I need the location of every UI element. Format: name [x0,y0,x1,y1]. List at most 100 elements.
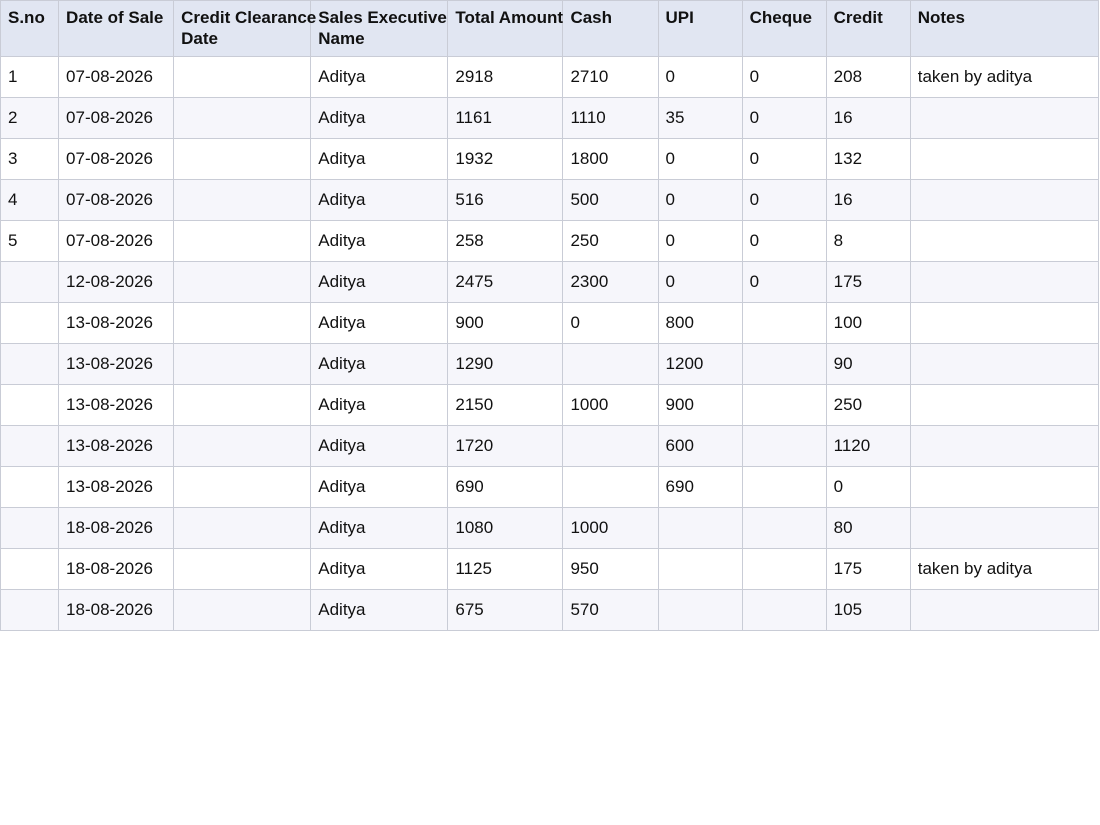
cell-sno[interactable] [0,384,60,426]
cell-upi[interactable]: 900 [657,384,743,426]
cell-notes[interactable]: taken by aditya [909,56,1100,98]
cell-sales-executive-name[interactable]: Aditya [310,425,449,467]
cell-credit[interactable]: 1120 [825,425,911,467]
cell-upi[interactable]: 35 [657,97,743,139]
cell-sno[interactable] [0,261,60,303]
cell-date-of-sale[interactable]: 13-08-2026 [58,425,175,467]
cell-credit[interactable]: 100 [825,302,911,344]
cell-upi[interactable] [657,589,743,631]
cell-sales-executive-name[interactable]: Aditya [310,548,449,590]
cell-sno[interactable] [0,466,60,508]
cell-date-of-sale[interactable]: 18-08-2026 [58,507,175,549]
cell-sno[interactable] [0,425,60,467]
cell-total-amount[interactable]: 1125 [447,548,564,590]
column-header-upi[interactable]: UPI [657,0,743,57]
cell-total-amount[interactable]: 258 [447,220,564,262]
cell-total-amount[interactable]: 675 [447,589,564,631]
cell-sno[interactable]: 1 [0,56,60,98]
cell-cheque[interactable]: 0 [741,220,827,262]
cell-credit[interactable]: 80 [825,507,911,549]
cell-credit-clearance-date[interactable] [173,343,312,385]
cell-date-of-sale[interactable]: 13-08-2026 [58,384,175,426]
cell-date-of-sale[interactable]: 13-08-2026 [58,466,175,508]
cell-total-amount[interactable]: 2918 [447,56,564,98]
cell-cheque[interactable] [741,589,827,631]
cell-cheque[interactable] [741,507,827,549]
cell-cheque[interactable]: 0 [741,179,827,221]
cell-total-amount[interactable]: 1290 [447,343,564,385]
cell-sales-executive-name[interactable]: Aditya [310,138,449,180]
cell-total-amount[interactable]: 690 [447,466,564,508]
cell-cash[interactable]: 1110 [562,97,659,139]
cell-sales-executive-name[interactable]: Aditya [310,179,449,221]
cell-credit[interactable]: 175 [825,548,911,590]
cell-credit-clearance-date[interactable] [173,589,312,631]
cell-sales-executive-name[interactable]: Aditya [310,589,449,631]
cell-credit[interactable]: 105 [825,589,911,631]
cell-cash[interactable]: 1800 [562,138,659,180]
cell-credit[interactable]: 175 [825,261,911,303]
cell-notes[interactable] [909,343,1100,385]
cell-credit-clearance-date[interactable] [173,261,312,303]
cell-cash[interactable]: 950 [562,548,659,590]
cell-sno[interactable]: 3 [0,138,60,180]
cell-notes[interactable] [909,589,1100,631]
cell-cash[interactable]: 0 [562,302,659,344]
cell-total-amount[interactable]: 516 [447,179,564,221]
cell-cheque[interactable] [741,466,827,508]
cell-credit[interactable]: 208 [825,56,911,98]
cell-upi[interactable]: 0 [657,179,743,221]
cell-date-of-sale[interactable]: 07-08-2026 [58,97,175,139]
cell-upi[interactable]: 600 [657,425,743,467]
cell-cheque[interactable] [741,425,827,467]
cell-sales-executive-name[interactable]: Aditya [310,302,449,344]
cell-notes[interactable] [909,179,1100,221]
cell-notes[interactable] [909,425,1100,467]
cell-total-amount[interactable]: 2475 [447,261,564,303]
cell-cash[interactable]: 500 [562,179,659,221]
cell-cash[interactable]: 1000 [562,384,659,426]
cell-credit-clearance-date[interactable] [173,56,312,98]
cell-sales-executive-name[interactable]: Aditya [310,220,449,262]
cell-notes[interactable]: taken by aditya [909,548,1100,590]
cell-sno[interactable] [0,343,60,385]
cell-cheque[interactable] [741,548,827,590]
column-header-sales-executive-name[interactable]: Sales Executive Name [310,0,449,57]
cell-cheque[interactable]: 0 [741,56,827,98]
cell-date-of-sale[interactable]: 07-08-2026 [58,56,175,98]
cell-credit-clearance-date[interactable] [173,425,312,467]
cell-upi[interactable]: 0 [657,261,743,303]
cell-credit-clearance-date[interactable] [173,97,312,139]
cell-sno[interactable]: 2 [0,97,60,139]
cell-total-amount[interactable]: 1080 [447,507,564,549]
cell-upi[interactable]: 0 [657,138,743,180]
cell-upi[interactable] [657,507,743,549]
cell-date-of-sale[interactable]: 07-08-2026 [58,220,175,262]
cell-cash[interactable] [562,343,659,385]
cell-sno[interactable]: 5 [0,220,60,262]
cell-upi[interactable] [657,548,743,590]
cell-notes[interactable] [909,466,1100,508]
column-header-credit-clearance-date[interactable]: Credit Clearance Date [173,0,316,57]
cell-cheque[interactable]: 0 [741,97,827,139]
cell-credit-clearance-date[interactable] [173,138,312,180]
cell-total-amount[interactable]: 2150 [447,384,564,426]
cell-credit[interactable]: 90 [825,343,911,385]
cell-upi[interactable]: 0 [657,56,743,98]
cell-date-of-sale[interactable]: 18-08-2026 [58,589,175,631]
cell-notes[interactable] [909,138,1100,180]
column-header-date-of-sale[interactable]: Date of Sale [58,0,175,57]
column-header-credit[interactable]: Credit [825,0,911,57]
cell-sales-executive-name[interactable]: Aditya [310,343,449,385]
cell-credit-clearance-date[interactable] [173,466,312,508]
cell-sno[interactable] [0,589,60,631]
column-header-total-amount[interactable]: Total Amount [447,0,564,57]
cell-cheque[interactable]: 0 [741,261,827,303]
column-header-notes[interactable]: Notes [909,0,1100,57]
cell-date-of-sale[interactable]: 07-08-2026 [58,138,175,180]
cell-cash[interactable] [562,425,659,467]
cell-cash[interactable]: 250 [562,220,659,262]
cell-credit[interactable]: 16 [825,97,911,139]
cell-total-amount[interactable]: 1161 [447,97,564,139]
cell-notes[interactable] [909,384,1100,426]
